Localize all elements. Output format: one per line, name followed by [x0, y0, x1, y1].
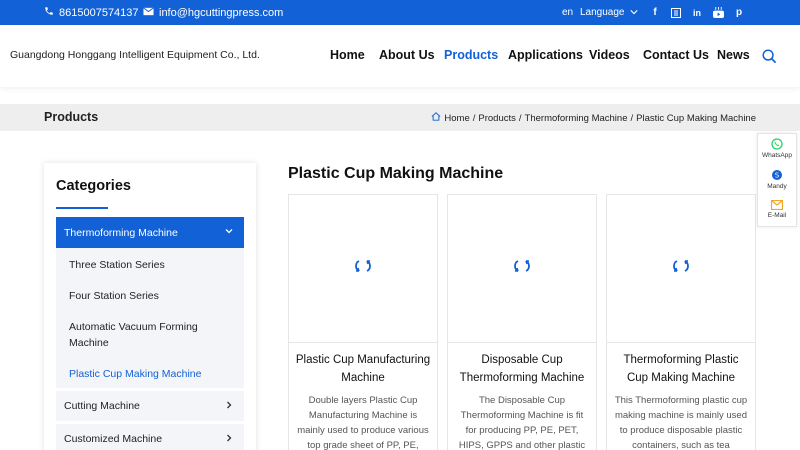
email-label: E-Mail: [767, 212, 787, 219]
breadcrumb-separator: /: [472, 112, 476, 124]
facebook-icon[interactable]: f: [647, 0, 663, 25]
categories-title: Categories: [56, 178, 131, 194]
phone-number: 8615007574137: [59, 6, 139, 19]
tumblr-icon[interactable]: [668, 0, 684, 25]
breadcrumb-home[interactable]: Home: [444, 113, 469, 124]
language-label: Language: [580, 7, 625, 18]
nav-videos[interactable]: Videos: [589, 48, 630, 62]
nav-products[interactable]: Products: [444, 48, 498, 62]
email-contact-float[interactable]: E-Mail: [758, 200, 796, 219]
product-name[interactable]: Thermoforming Plastic Cup Making Machine: [613, 351, 749, 387]
top-bar: 8615007574137 info@hgcuttingpress.com en…: [0, 0, 800, 25]
product-description: This Thermoforming plastic cup making ma…: [614, 395, 748, 450]
categories-sidebar: Categories Thermoforming Machine Three S…: [44, 163, 256, 450]
subcategory-list: Three Station Series Four Station Series…: [56, 248, 244, 388]
whatsapp-icon: [758, 138, 796, 150]
product-image-placeholder[interactable]: [448, 195, 596, 343]
category-cutting-machine[interactable]: Cutting Machine: [56, 391, 244, 421]
product-card[interactable]: Plastic Cup Manufacturing Machine Double…: [288, 194, 438, 450]
loading-spinner-icon: [353, 258, 373, 279]
email-address: info@hgcuttingpress.com: [159, 6, 284, 19]
breadcrumb: Home / Products / Thermoforming Machine …: [431, 112, 756, 124]
product-description: The Disposable Cup Thermoforming Machine…: [458, 395, 586, 450]
page-banner: Products Home / Products / Thermoforming…: [0, 104, 800, 131]
category-customized-machine[interactable]: Customized Machine: [56, 424, 244, 450]
youtube-icon[interactable]: [710, 0, 726, 25]
subcategory-vacuum-forming[interactable]: Automatic Vacuum Forming Machine: [69, 319, 219, 351]
chevron-right-icon[interactable]: [224, 400, 234, 413]
product-name[interactable]: Disposable Cup Thermoforming Machine: [454, 351, 590, 387]
phone-icon: [44, 6, 54, 19]
product-card[interactable]: Thermoforming Plastic Cup Making Machine…: [606, 194, 756, 450]
chevron-right-icon[interactable]: [224, 433, 234, 446]
loading-spinner-icon: [512, 258, 532, 279]
category-label: Cutting Machine: [64, 400, 140, 412]
site-header: Guangdong Honggang Intelligent Equipment…: [0, 25, 800, 87]
product-description: Double layers Plastic Cup Manufacturing …: [297, 395, 429, 450]
nav-home[interactable]: Home: [330, 48, 365, 62]
home-icon: [431, 112, 441, 124]
svg-text:S: S: [775, 172, 780, 180]
envelope-icon: [143, 6, 154, 19]
nav-about-us[interactable]: About Us: [379, 48, 435, 62]
lang-code: en: [562, 7, 574, 18]
nav-applications[interactable]: Applications: [508, 48, 583, 62]
category-thermoforming-machine[interactable]: Thermoforming Machine: [56, 217, 244, 248]
product-name[interactable]: Plastic Cup Manufacturing Machine: [295, 351, 431, 387]
chevron-down-icon: [629, 7, 638, 18]
nav-contact-us[interactable]: Contact Us: [643, 48, 709, 62]
breadcrumb-current: Plastic Cup Making Machine: [636, 112, 756, 124]
category-label: Customized Machine: [64, 433, 163, 445]
title-underline: [56, 207, 108, 209]
product-card[interactable]: Disposable Cup Thermoforming Machine The…: [447, 194, 597, 450]
floating-contact-widget: WhatsApp S Mandy E-Mail: [757, 133, 797, 227]
mail-icon: [758, 200, 796, 210]
skype-contact[interactable]: S Mandy: [758, 169, 796, 190]
email-contact[interactable]: info@hgcuttingpress.com: [143, 0, 283, 25]
page-title: Plastic Cup Making Machine: [288, 165, 504, 182]
subcategory-four-station[interactable]: Four Station Series: [69, 288, 219, 304]
phone-contact[interactable]: 8615007574137: [44, 0, 139, 25]
breadcrumb-separator: /: [518, 112, 522, 124]
nav-news[interactable]: News: [717, 48, 750, 62]
pinterest-icon[interactable]: p: [731, 0, 747, 25]
banner-title: Products: [44, 110, 99, 124]
whatsapp-contact[interactable]: WhatsApp: [758, 138, 796, 159]
category-label: Thermoforming Machine: [64, 226, 178, 239]
subcategory-plastic-cup[interactable]: Plastic Cup Making Machine: [69, 366, 219, 382]
language-selector[interactable]: Language: [580, 0, 638, 25]
breadcrumb-products[interactable]: Products: [478, 113, 516, 124]
product-image-placeholder[interactable]: [289, 195, 437, 343]
subcategory-three-station[interactable]: Three Station Series: [69, 257, 219, 273]
linkedin-icon[interactable]: in: [689, 0, 705, 25]
product-image-placeholder[interactable]: [607, 195, 755, 343]
company-name[interactable]: Guangdong Honggang Intelligent Equipment…: [10, 49, 260, 61]
skype-label: Mandy: [767, 183, 787, 190]
chevron-down-icon[interactable]: [224, 226, 234, 239]
skype-icon: S: [758, 169, 796, 181]
breadcrumb-thermoforming[interactable]: Thermoforming Machine: [525, 113, 628, 124]
whatsapp-label: WhatsApp: [762, 152, 792, 159]
search-icon[interactable]: [762, 49, 777, 69]
loading-spinner-icon: [671, 258, 691, 279]
breadcrumb-separator: /: [630, 112, 634, 124]
